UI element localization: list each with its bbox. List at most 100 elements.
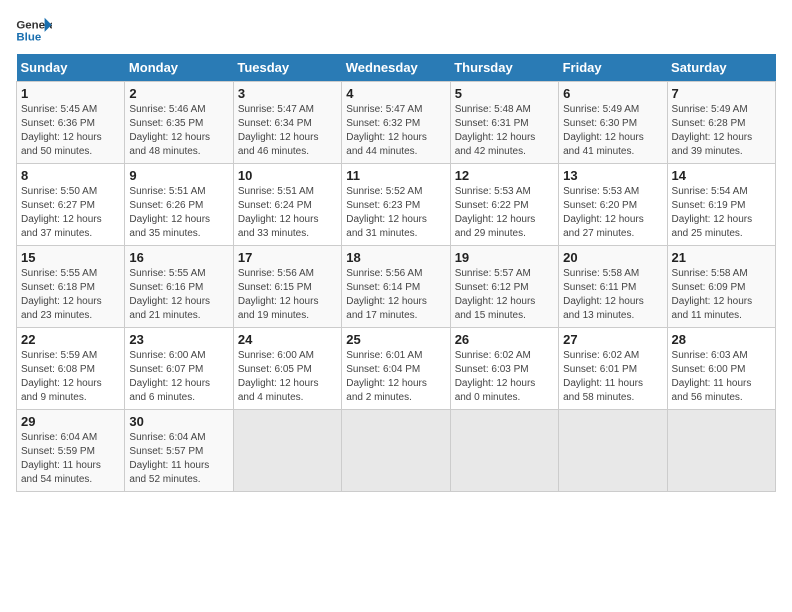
sunrise-text: Sunrise: 5:56 AM xyxy=(238,267,337,281)
daylight-text-cont: and 13 minutes. xyxy=(563,309,662,323)
logo-icon: General Blue xyxy=(16,16,52,46)
sunset-text: Sunset: 5:59 PM xyxy=(21,445,120,459)
day-info: Sunrise: 6:00 AMSunset: 6:05 PMDaylight:… xyxy=(238,349,337,405)
day-number: 19 xyxy=(455,250,554,265)
day-number: 18 xyxy=(346,250,445,265)
sunset-text: Sunset: 6:00 PM xyxy=(672,363,771,377)
calendar-cell: 6 Sunrise: 5:49 AMSunset: 6:30 PMDaylight… xyxy=(559,82,667,164)
daylight-text: Daylight: 12 hours xyxy=(455,213,554,227)
calendar-cell: 24Sunrise: 6:00 AMSunset: 6:05 PMDayligh… xyxy=(233,328,341,410)
sunset-text: Sunset: 6:27 PM xyxy=(21,199,120,213)
daylight-text-cont: and 42 minutes. xyxy=(455,145,554,159)
calendar-cell: 26 Sunrise: 6:02 AMSunset: 6:03 PMDayligh… xyxy=(450,328,558,410)
day-of-week-header: Sunday xyxy=(17,54,125,82)
daylight-text: Daylight: 12 hours xyxy=(346,295,445,309)
day-number: 30 xyxy=(129,414,228,429)
calendar-cell: 1Sunrise: 5:45 AMSunset: 6:36 PMDaylight… xyxy=(17,82,125,164)
day-number: 25 xyxy=(346,332,445,347)
day-of-week-header: Tuesday xyxy=(233,54,341,82)
sunset-text: Sunset: 6:22 PM xyxy=(455,199,554,213)
daylight-text: Daylight: 12 hours xyxy=(346,131,445,145)
sunrise-text: Sunrise: 5:53 AM xyxy=(455,185,554,199)
calendar-table: SundayMondayTuesdayWednesdayThursdayFrid… xyxy=(16,54,776,492)
calendar-cell xyxy=(342,410,450,492)
day-info: Sunrise: 5:58 AMSunset: 6:09 PMDaylight:… xyxy=(672,267,771,323)
daylight-text-cont: and 33 minutes. xyxy=(238,227,337,241)
day-number: 17 xyxy=(238,250,337,265)
day-number: 11 xyxy=(346,168,445,183)
day-number: 7 xyxy=(672,86,771,101)
daylight-text-cont: and 17 minutes. xyxy=(346,309,445,323)
calendar-cell: 12Sunrise: 5:53 AMSunset: 6:22 PMDayligh… xyxy=(450,164,558,246)
daylight-text: Daylight: 12 hours xyxy=(563,131,662,145)
sunset-text: Sunset: 6:16 PM xyxy=(129,281,228,295)
sunset-text: Sunset: 6:14 PM xyxy=(346,281,445,295)
calendar-week-row: 15 Sunrise: 5:55 AMSunset: 6:18 PMDayligh… xyxy=(17,246,776,328)
calendar-week-row: 22Sunrise: 5:59 AMSunset: 6:08 PMDayligh… xyxy=(17,328,776,410)
daylight-text: Daylight: 12 hours xyxy=(21,131,120,145)
day-number: 26 xyxy=(455,332,554,347)
day-info: Sunrise: 6:02 AMSunset: 6:03 PMDaylight:… xyxy=(455,349,554,405)
calendar-cell: 28Sunrise: 6:03 AMSunset: 6:00 PMDayligh… xyxy=(667,328,775,410)
sunset-text: Sunset: 6:30 PM xyxy=(563,117,662,131)
daylight-text: Daylight: 12 hours xyxy=(238,377,337,391)
calendar-week-row: 29Sunrise: 6:04 AMSunset: 5:59 PMDayligh… xyxy=(17,410,776,492)
day-number: 15 xyxy=(21,250,120,265)
sunrise-text: Sunrise: 5:57 AM xyxy=(455,267,554,281)
sunset-text: Sunset: 6:19 PM xyxy=(672,199,771,213)
sunset-text: Sunset: 6:12 PM xyxy=(455,281,554,295)
sunrise-text: Sunrise: 6:00 AM xyxy=(129,349,228,363)
calendar-cell: 15 Sunrise: 5:55 AMSunset: 6:18 PMDayligh… xyxy=(17,246,125,328)
daylight-text-cont: and 46 minutes. xyxy=(238,145,337,159)
sunrise-text: Sunrise: 6:03 AM xyxy=(672,349,771,363)
calendar-cell: 18Sunrise: 5:56 AMSunset: 6:14 PMDayligh… xyxy=(342,246,450,328)
daylight-text: Daylight: 11 hours xyxy=(21,459,120,473)
day-number: 3 xyxy=(238,86,337,101)
daylight-text: Daylight: 12 hours xyxy=(238,295,337,309)
day-info: Sunrise: 6:03 AMSunset: 6:00 PMDaylight:… xyxy=(672,349,771,405)
day-info: Sunrise: 5:52 AMSunset: 6:23 PMDaylight:… xyxy=(346,185,445,241)
sunset-text: Sunset: 6:11 PM xyxy=(563,281,662,295)
logo: General Blue xyxy=(16,16,56,46)
calendar-cell xyxy=(559,410,667,492)
calendar-cell: 2Sunrise: 5:46 AMSunset: 6:35 PMDaylight… xyxy=(125,82,233,164)
daylight-text: Daylight: 12 hours xyxy=(455,131,554,145)
calendar-cell xyxy=(450,410,558,492)
calendar-cell: 21Sunrise: 5:58 AMSunset: 6:09 PMDayligh… xyxy=(667,246,775,328)
day-info: Sunrise: 5:54 AMSunset: 6:19 PMDaylight:… xyxy=(672,185,771,241)
day-info: Sunrise: 5:55 AMSunset: 6:18 PMDaylight:… xyxy=(21,267,120,323)
sunset-text: Sunset: 6:08 PM xyxy=(21,363,120,377)
calendar-cell: 27Sunrise: 6:02 AMSunset: 6:01 PMDayligh… xyxy=(559,328,667,410)
calendar-cell: 7Sunrise: 5:49 AMSunset: 6:28 PMDaylight… xyxy=(667,82,775,164)
day-number: 16 xyxy=(129,250,228,265)
day-info: Sunrise: 5:48 AMSunset: 6:31 PMDaylight:… xyxy=(455,103,554,159)
daylight-text-cont: and 58 minutes. xyxy=(563,391,662,405)
daylight-text-cont: and 37 minutes. xyxy=(21,227,120,241)
sunrise-text: Sunrise: 5:49 AM xyxy=(672,103,771,117)
day-info: Sunrise: 5:57 AMSunset: 6:12 PMDaylight:… xyxy=(455,267,554,323)
daylight-text-cont: and 29 minutes. xyxy=(455,227,554,241)
calendar-cell: 5Sunrise: 5:48 AMSunset: 6:31 PMDaylight… xyxy=(450,82,558,164)
day-info: Sunrise: 6:04 AMSunset: 5:59 PMDaylight:… xyxy=(21,431,120,487)
daylight-text-cont: and 6 minutes. xyxy=(129,391,228,405)
sunset-text: Sunset: 6:03 PM xyxy=(455,363,554,377)
day-info: Sunrise: 6:01 AMSunset: 6:04 PMDaylight:… xyxy=(346,349,445,405)
day-info: Sunrise: 5:55 AMSunset: 6:16 PMDaylight:… xyxy=(129,267,228,323)
sunrise-text: Sunrise: 6:02 AM xyxy=(563,349,662,363)
sunrise-text: Sunrise: 5:49 AM xyxy=(563,103,662,117)
day-number: 10 xyxy=(238,168,337,183)
day-info: Sunrise: 5:58 AMSunset: 6:11 PMDaylight:… xyxy=(563,267,662,323)
daylight-text: Daylight: 12 hours xyxy=(346,377,445,391)
sunset-text: Sunset: 6:34 PM xyxy=(238,117,337,131)
day-number: 20 xyxy=(563,250,662,265)
day-info: Sunrise: 5:53 AMSunset: 6:22 PMDaylight:… xyxy=(455,185,554,241)
sunset-text: Sunset: 6:35 PM xyxy=(129,117,228,131)
calendar-cell: 20 Sunrise: 5:58 AMSunset: 6:11 PMDayligh… xyxy=(559,246,667,328)
calendar-cell: 19 Sunrise: 5:57 AMSunset: 6:12 PMDayligh… xyxy=(450,246,558,328)
day-number: 6 xyxy=(563,86,662,101)
day-number: 1 xyxy=(21,86,120,101)
daylight-text-cont: and 15 minutes. xyxy=(455,309,554,323)
daylight-text-cont: and 31 minutes. xyxy=(346,227,445,241)
daylight-text-cont: and 19 minutes. xyxy=(238,309,337,323)
day-number: 27 xyxy=(563,332,662,347)
